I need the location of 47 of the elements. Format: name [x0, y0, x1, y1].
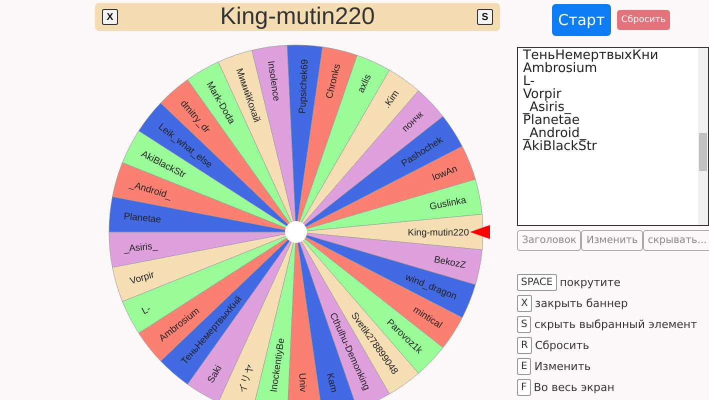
- reset-button[interactable]: Сбросить: [617, 10, 670, 30]
- shortcut-text: Во весь экран: [534, 381, 614, 394]
- key-label: R: [517, 337, 532, 354]
- key-label: F: [517, 379, 531, 396]
- shortcut-text: покрутите: [560, 276, 621, 289]
- close-banner-button[interactable]: X: [102, 9, 118, 25]
- scrollbar[interactable]: [698, 48, 708, 225]
- name-line: Ambrosium: [523, 62, 598, 75]
- name-line: _Asiris_: [523, 101, 572, 114]
- segment-label: InockentiyBe: [268, 338, 288, 393]
- hide-item-button[interactable]: S: [476, 9, 493, 25]
- segment-label: Chronks: [324, 62, 344, 100]
- segment-label: Pupsichek69: [297, 58, 311, 114]
- list-button[interactable]: Заголовок: [517, 230, 582, 251]
- name-line: Planetae: [523, 114, 580, 127]
- winner-title: King-mutin220: [220, 3, 375, 31]
- list-button[interactable]: скрывать...: [642, 230, 709, 251]
- segment-label: _Asiris_: [123, 240, 158, 255]
- list-button[interactable]: Изменить: [581, 230, 643, 251]
- shortcut-text: Сбросить: [534, 339, 590, 352]
- shortcut-text: Изменить: [534, 360, 591, 373]
- key-label: SPACE: [517, 274, 557, 291]
- segment-label: axlis: [356, 72, 374, 95]
- segment-label: イリヤ: [236, 362, 256, 394]
- key-label: X: [517, 295, 532, 312]
- name-line: AkiBlackStr: [523, 140, 598, 153]
- name-line: L-: [523, 75, 535, 88]
- segment-label: Guslinka: [428, 194, 468, 213]
- name-line: ТеньНемертвыхКни: [523, 49, 660, 62]
- wheel-hub: [285, 221, 307, 243]
- segment-label: lowAn: [430, 164, 460, 184]
- key-label: S: [517, 316, 532, 333]
- name-line: _Android_: [523, 127, 586, 140]
- shortcut-text: скрыть выбранный элемент: [534, 318, 697, 331]
- segment-label: Planetae: [123, 211, 162, 226]
- names-field[interactable]: ТеньНемертвыхКни Ambrosium L- Vorpir _Asiris_ Planetae _Android_ AkiBlackStr: [517, 47, 709, 226]
- shortcut-text: закрыть баннер: [534, 297, 628, 310]
- segment-label: BekozZ: [433, 254, 467, 272]
- pointer-icon: [470, 225, 490, 239]
- segment-label: Univ: [296, 372, 308, 392]
- segment-label: Vorpir: [128, 269, 156, 287]
- segment-label: Insolence: [264, 60, 282, 102]
- key-label: E: [517, 358, 532, 375]
- name-line: Vorpir: [523, 88, 562, 101]
- start-button[interactable]: Старт: [552, 4, 611, 36]
- segment-label: King-mutin220: [408, 228, 469, 238]
- segment-label: L-: [140, 303, 153, 318]
